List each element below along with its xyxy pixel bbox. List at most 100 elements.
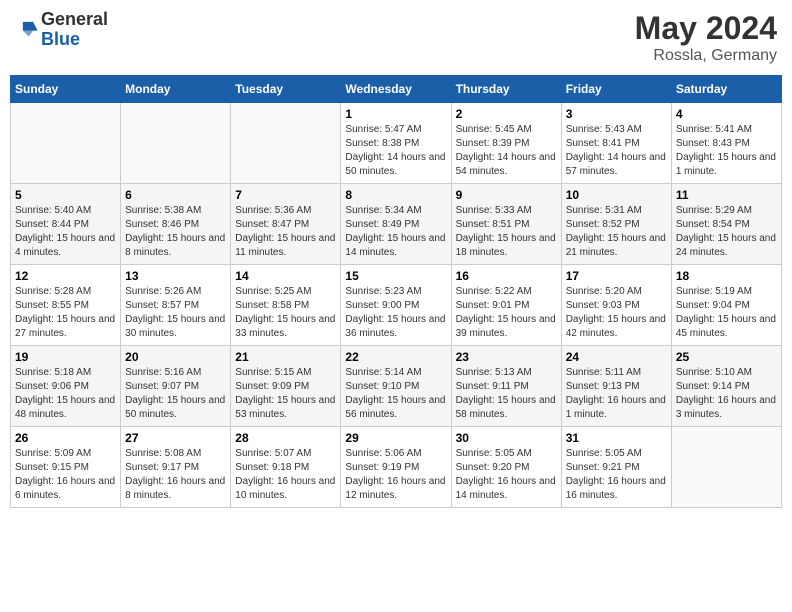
day-number: 9 [456,188,557,202]
day-number: 17 [566,269,667,283]
calendar-cell: 16 Sunrise: 5:22 AM Sunset: 9:01 PM Dayli… [451,265,561,346]
day-info: Sunrise: 5:10 AM Sunset: 9:14 PM Dayligh… [676,366,777,422]
day-number: 29 [345,431,446,445]
logo-general-text: General [41,9,108,29]
calendar-week-row: 19Sunrise: 5:18 AM Sunset: 9:06 PM Dayli… [11,346,782,427]
day-number: 8 [345,188,446,202]
day-info: Sunrise: 5:16 AM Sunset: 9:07 PM Dayligh… [125,366,226,422]
col-friday: Friday [561,76,671,103]
calendar-cell: 31Sunrise: 5:05 AM Sunset: 9:21 PM Dayli… [561,427,671,508]
day-info: Sunrise: 5:13 AM Sunset: 9:11 PM Dayligh… [456,366,557,422]
month-year-title: May 2024 [635,10,777,47]
col-monday: Monday [121,76,231,103]
day-number: 12 [15,269,116,283]
calendar-cell: 15 Sunrise: 5:23 AM Sunset: 9:00 PM Dayli… [341,265,451,346]
calendar-cell: 2 Sunrise: 5:45 AM Sunset: 8:39 PM Daylig… [451,103,561,184]
day-info: Sunrise: 5:45 AM Sunset: 8:39 PM Dayligh… [456,123,557,179]
day-info: Sunrise: 5:25 AM Sunset: 8:58 PM Dayligh… [235,285,336,341]
day-info: Sunrise: 5:14 AM Sunset: 9:10 PM Dayligh… [345,366,446,422]
day-number: 4 [676,107,777,121]
day-info: Sunrise: 5:05 AM Sunset: 9:21 PM Dayligh… [566,447,667,503]
day-info: Sunrise: 5:20 AM Sunset: 9:03 PM Dayligh… [566,285,667,341]
day-info: Sunrise: 5:15 AM Sunset: 9:09 PM Dayligh… [235,366,336,422]
logo-blue-text: Blue [41,29,80,49]
col-wednesday: Wednesday [341,76,451,103]
calendar-cell: 19Sunrise: 5:18 AM Sunset: 9:06 PM Dayli… [11,346,121,427]
calendar-week-row: 5 Sunrise: 5:40 AM Sunset: 8:44 PM Daylig… [11,184,782,265]
calendar-cell: 1Sunrise: 5:47 AM Sunset: 8:38 PM Daylig… [341,103,451,184]
calendar-cell [671,427,781,508]
day-info: Sunrise: 5:28 AM Sunset: 8:55 PM Dayligh… [15,285,116,341]
col-saturday: Saturday [671,76,781,103]
calendar-cell: 30 Sunrise: 5:05 AM Sunset: 9:20 PM Dayli… [451,427,561,508]
day-info: Sunrise: 5:11 AM Sunset: 9:13 PM Dayligh… [566,366,667,422]
calendar-week-row: 1Sunrise: 5:47 AM Sunset: 8:38 PM Daylig… [11,103,782,184]
day-number: 27 [125,431,226,445]
day-number: 24 [566,350,667,364]
calendar-week-row: 26Sunrise: 5:09 AM Sunset: 9:15 PM Dayli… [11,427,782,508]
day-info: Sunrise: 5:08 AM Sunset: 9:17 PM Dayligh… [125,447,226,503]
calendar-cell: 23Sunrise: 5:13 AM Sunset: 9:11 PM Dayli… [451,346,561,427]
day-info: Sunrise: 5:38 AM Sunset: 8:46 PM Dayligh… [125,204,226,260]
day-number: 2 [456,107,557,121]
calendar-cell: 10 Sunrise: 5:31 AM Sunset: 8:52 PM Dayli… [561,184,671,265]
day-number: 11 [676,188,777,202]
calendar-cell: 12 Sunrise: 5:28 AM Sunset: 8:55 PM Dayli… [11,265,121,346]
day-info: Sunrise: 5:06 AM Sunset: 9:19 PM Dayligh… [345,447,446,503]
logo-icon [17,16,39,38]
day-info: Sunrise: 5:31 AM Sunset: 8:52 PM Dayligh… [566,204,667,260]
calendar-cell: 6 Sunrise: 5:38 AM Sunset: 8:46 PM Daylig… [121,184,231,265]
day-number: 10 [566,188,667,202]
calendar-cell: 14 Sunrise: 5:25 AM Sunset: 8:58 PM Dayli… [231,265,341,346]
col-tuesday: Tuesday [231,76,341,103]
day-number: 18 [676,269,777,283]
calendar-table: Sunday Monday Tuesday Wednesday Thursday… [10,75,782,508]
calendar-cell: 25Sunrise: 5:10 AM Sunset: 9:14 PM Dayli… [671,346,781,427]
calendar-cell: 9 Sunrise: 5:33 AM Sunset: 8:51 PM Daylig… [451,184,561,265]
calendar-cell: 26Sunrise: 5:09 AM Sunset: 9:15 PM Dayli… [11,427,121,508]
day-number: 15 [345,269,446,283]
calendar-cell: 8Sunrise: 5:34 AM Sunset: 8:49 PM Daylig… [341,184,451,265]
col-thursday: Thursday [451,76,561,103]
day-info: Sunrise: 5:23 AM Sunset: 9:00 PM Dayligh… [345,285,446,341]
day-number: 13 [125,269,226,283]
calendar-cell: 3Sunrise: 5:43 AM Sunset: 8:41 PM Daylig… [561,103,671,184]
title-block: May 2024 Rossla, Germany [635,10,777,65]
calendar-cell: 18Sunrise: 5:19 AM Sunset: 9:04 PM Dayli… [671,265,781,346]
day-info: Sunrise: 5:07 AM Sunset: 9:18 PM Dayligh… [235,447,336,503]
calendar-cell [11,103,121,184]
calendar-cell [121,103,231,184]
day-number: 16 [456,269,557,283]
day-number: 6 [125,188,226,202]
calendar-cell: 24 Sunrise: 5:11 AM Sunset: 9:13 PM Dayli… [561,346,671,427]
calendar-cell: 21 Sunrise: 5:15 AM Sunset: 9:09 PM Dayli… [231,346,341,427]
calendar-cell: 20Sunrise: 5:16 AM Sunset: 9:07 PM Dayli… [121,346,231,427]
calendar-cell: 11 Sunrise: 5:29 AM Sunset: 8:54 PM Dayli… [671,184,781,265]
day-number: 14 [235,269,336,283]
day-info: Sunrise: 5:40 AM Sunset: 8:44 PM Dayligh… [15,204,116,260]
day-info: Sunrise: 5:33 AM Sunset: 8:51 PM Dayligh… [456,204,557,260]
day-info: Sunrise: 5:05 AM Sunset: 9:20 PM Dayligh… [456,447,557,503]
col-sunday: Sunday [11,76,121,103]
calendar-cell: 5 Sunrise: 5:40 AM Sunset: 8:44 PM Daylig… [11,184,121,265]
day-info: Sunrise: 5:43 AM Sunset: 8:41 PM Dayligh… [566,123,667,179]
day-number: 26 [15,431,116,445]
calendar-cell: 27 Sunrise: 5:08 AM Sunset: 9:17 PM Dayli… [121,427,231,508]
day-info: Sunrise: 5:29 AM Sunset: 8:54 PM Dayligh… [676,204,777,260]
day-number: 21 [235,350,336,364]
day-number: 19 [15,350,116,364]
day-number: 30 [456,431,557,445]
calendar-cell: 4Sunrise: 5:41 AM Sunset: 8:43 PM Daylig… [671,103,781,184]
calendar-week-row: 12 Sunrise: 5:28 AM Sunset: 8:55 PM Dayli… [11,265,782,346]
day-number: 5 [15,188,116,202]
page-header: General Blue May 2024 Rossla, Germany [10,10,782,65]
calendar-cell: 28 Sunrise: 5:07 AM Sunset: 9:18 PM Dayli… [231,427,341,508]
calendar-cell: 7Sunrise: 5:36 AM Sunset: 8:47 PM Daylig… [231,184,341,265]
day-number: 28 [235,431,336,445]
calendar-cell: 17 Sunrise: 5:20 AM Sunset: 9:03 PM Dayli… [561,265,671,346]
day-number: 7 [235,188,336,202]
day-info: Sunrise: 5:47 AM Sunset: 8:38 PM Dayligh… [345,123,446,179]
calendar-cell [231,103,341,184]
day-info: Sunrise: 5:26 AM Sunset: 8:57 PM Dayligh… [125,285,226,341]
day-info: Sunrise: 5:22 AM Sunset: 9:01 PM Dayligh… [456,285,557,341]
